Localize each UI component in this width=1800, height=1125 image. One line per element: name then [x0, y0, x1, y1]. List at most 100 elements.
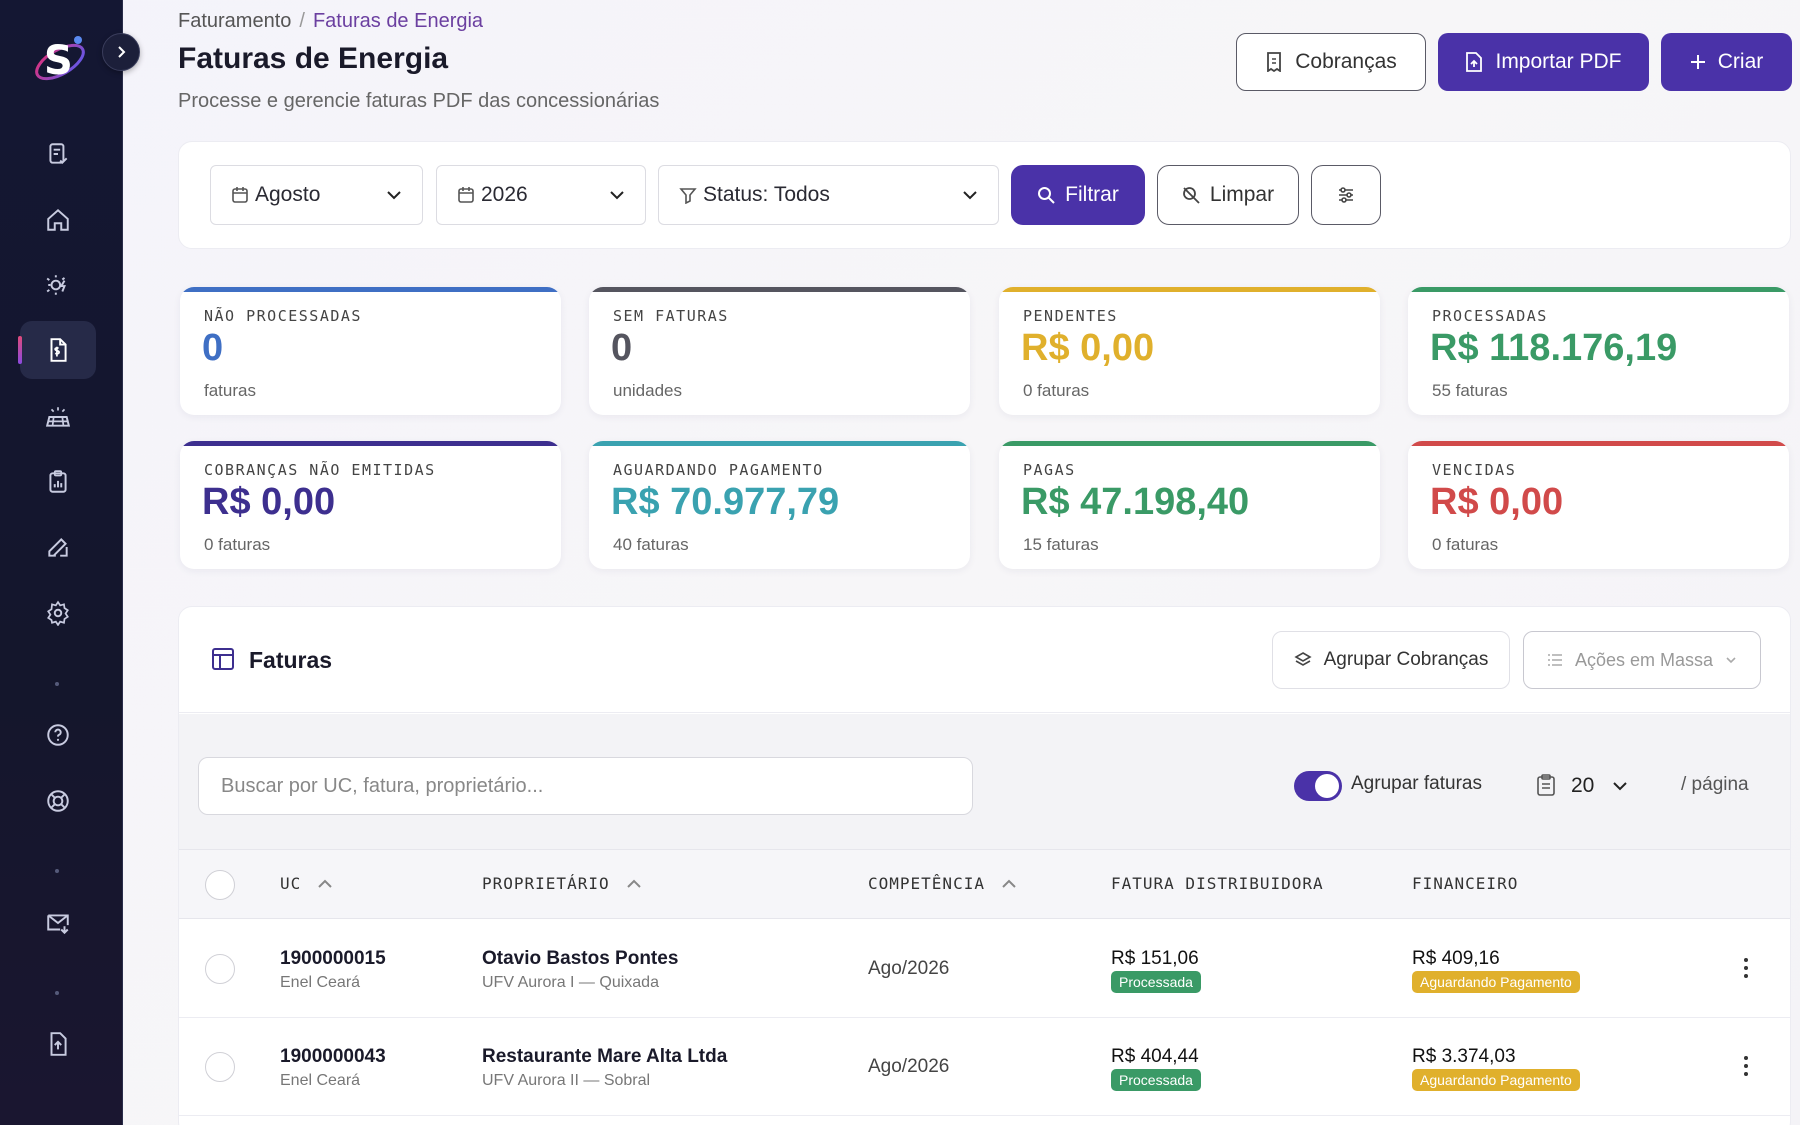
column-header-period[interactable]: COMPETÊNCIA [868, 874, 1017, 893]
stat-card[interactable]: SEM FATURAS 0 unidades [589, 287, 970, 415]
stat-card[interactable]: AGUARDANDO PAGAMENTO R$ 70.977,79 40 fatur… [589, 441, 970, 569]
column-header-uc-label: UC [280, 874, 302, 893]
sidebar-item-energy[interactable] [20, 256, 96, 314]
clipboard-chart-icon [49, 470, 67, 493]
table-header-bar: Faturas Agrupar Cobranças Ações em Massa [179, 607, 1790, 713]
sliders-icon [1339, 187, 1353, 203]
stat-card-value: R$ 118.176,19 [1430, 327, 1678, 369]
stat-card-accent-bar [999, 287, 1380, 292]
row-owner[interactable]: Otavio Bastos Pontes [482, 948, 678, 970]
sidebar-divider-dot [55, 682, 59, 686]
page-size-select[interactable]: 20 [1571, 765, 1659, 807]
charges-button[interactable]: Cobranças [1236, 33, 1426, 91]
stat-card-label: VENCIDAS [1432, 461, 1517, 479]
row-more-actions-icon[interactable] [1734, 1056, 1758, 1076]
sidebar-item-invoices-check[interactable] [20, 125, 96, 183]
search-off-icon [1182, 187, 1200, 204]
stat-card[interactable]: NÃO PROCESSADAS 0 faturas [180, 287, 561, 415]
stat-card-accent-bar [1408, 287, 1789, 292]
stat-card-value: R$ 0,00 [1430, 481, 1564, 523]
status-select-value: Status: Todos [703, 183, 830, 206]
import-pdf-button-label: Importar PDF [1495, 50, 1622, 73]
select-all-checkbox[interactable] [205, 870, 235, 900]
lifebuoy-icon [47, 790, 69, 812]
group-invoices-label: Agrupar faturas [1351, 773, 1482, 794]
row-period: Ago/2026 [868, 1056, 950, 1077]
gear-icon [47, 600, 69, 626]
stat-card-accent-bar [589, 441, 970, 446]
sidebar-item-home[interactable] [20, 191, 96, 249]
sun-energy-icon [46, 275, 66, 295]
stat-card-sub: faturas [204, 381, 256, 400]
group-charges-button[interactable]: Agrupar Cobranças [1272, 631, 1510, 689]
breadcrumb-parent[interactable]: Faturamento [178, 10, 291, 32]
advanced-filters-button[interactable] [1311, 165, 1381, 225]
receipt-icon [1267, 52, 1282, 72]
clear-button-label: Limpar [1209, 183, 1275, 206]
month-select-value: Agosto [255, 183, 321, 206]
stat-card-label: AGUARDANDO PAGAMENTO [613, 461, 824, 479]
table-row[interactable]: 1900000015 Enel Ceará Otavio Bastos Pont… [179, 920, 1790, 1018]
clear-button[interactable]: Limpar [1157, 165, 1299, 225]
sidebar-item-help[interactable] [20, 706, 96, 764]
row-checkbox[interactable] [205, 954, 235, 984]
stat-card[interactable]: PENDENTES R$ 0,00 0 faturas [999, 287, 1380, 415]
sidebar-item-solar-plants[interactable] [20, 388, 96, 446]
calendar-icon [232, 187, 248, 203]
mail-download-icon [47, 914, 69, 935]
page-size-suffix: / página [1681, 774, 1749, 795]
status-select[interactable]: Status: Todos [658, 165, 999, 225]
sidebar-item-reports[interactable] [20, 453, 96, 511]
row-checkbox[interactable] [205, 1052, 235, 1082]
sidebar-item-upload[interactable] [20, 1015, 96, 1073]
stat-card-accent-bar [999, 441, 1380, 446]
filter-button[interactable]: Filtrar [1011, 165, 1145, 225]
column-header-invoice[interactable]: FATURA DISTRIBUIDORA [1111, 874, 1324, 893]
app-logo[interactable]: S [30, 30, 90, 90]
list-icon [1547, 654, 1562, 666]
stat-card-sub: 40 faturas [613, 535, 689, 554]
calendar-icon [458, 187, 474, 203]
invoices-table-card: Faturas Agrupar Cobranças Ações em Massa… [178, 606, 1791, 1125]
page-title: Faturas de Energia [178, 42, 449, 75]
plus-icon [1690, 55, 1705, 69]
sidebar-item-mail[interactable] [20, 894, 96, 952]
row-period: Ago/2026 [868, 958, 950, 979]
sidebar-collapse-button[interactable] [102, 33, 140, 71]
stat-card[interactable]: COBRANÇAS NÃO EMITIDAS R$ 0,00 0 faturas [180, 441, 561, 569]
row-owner[interactable]: Restaurante Mare Alta Ltda [482, 1046, 727, 1068]
sidebar-item-support[interactable] [20, 772, 96, 830]
month-select[interactable]: Agosto [210, 165, 423, 225]
sidebar-item-settings[interactable] [20, 584, 96, 642]
chevron-down-icon [387, 191, 401, 200]
table-search-input[interactable] [198, 757, 973, 815]
sidebar-item-edit[interactable] [20, 518, 96, 576]
row-uc: 1900000043 [280, 1046, 386, 1067]
financial-status-badge: Aguardando Pagamento [1412, 1069, 1580, 1091]
column-header-owner[interactable]: PROPRIETÁRIO [482, 874, 642, 893]
year-select[interactable]: 2026 [436, 165, 646, 225]
column-header-financial[interactable]: FINANCEIRO [1412, 874, 1518, 893]
import-pdf-button[interactable]: Importar PDF [1438, 33, 1649, 91]
stat-card[interactable]: PAGAS R$ 47.198,40 15 faturas [999, 441, 1380, 569]
table-title: Faturas [249, 647, 333, 673]
column-header-financial-label: FINANCEIRO [1412, 874, 1519, 893]
column-header-uc[interactable]: UC [280, 874, 333, 893]
row-more-actions-icon[interactable] [1734, 958, 1758, 978]
sort-up-icon [1002, 879, 1016, 888]
search-icon [1038, 187, 1055, 204]
stat-card[interactable]: VENCIDAS R$ 0,00 0 faturas [1408, 441, 1789, 569]
create-button[interactable]: Criar [1661, 33, 1792, 91]
help-circle-icon [47, 724, 69, 746]
table-header-row: UC PROPRIETÁRIO COMPETÊNCIA FATURA DISTR… [179, 849, 1790, 919]
stat-card[interactable]: PROCESSADAS R$ 118.176,19 55 faturas [1408, 287, 1789, 415]
breadcrumb-separator: / [299, 10, 305, 32]
group-invoices-toggle[interactable] [1294, 771, 1342, 801]
home-icon [47, 208, 69, 231]
page-size-value: 20 [1571, 774, 1595, 797]
stat-card-value: R$ 47.198,40 [1021, 481, 1250, 523]
bulk-actions-dropdown[interactable]: Ações em Massa [1523, 631, 1761, 689]
year-select-value: 2026 [481, 183, 528, 206]
sidebar-item-invoices[interactable] [18, 321, 96, 379]
table-row[interactable]: 1900000043 Enel Ceará Restaurante Mare A… [179, 1018, 1790, 1116]
